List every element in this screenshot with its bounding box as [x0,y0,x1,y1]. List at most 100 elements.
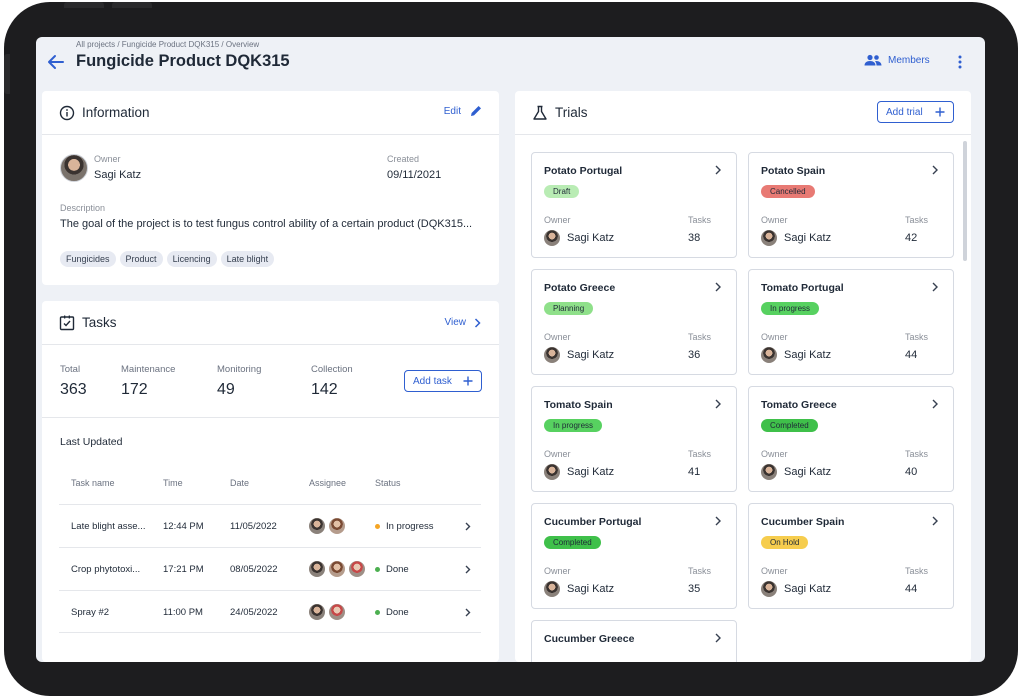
owner-avatar [544,464,560,480]
trial-name: Tomato Spain [544,399,613,411]
trial-owner: Sagi Katz [761,347,831,363]
trial-card[interactable]: Potato Spain Cancelled Owner Tasks Sagi Katz… [748,152,954,258]
assignee-avatar [329,561,345,577]
trial-card[interactable]: Potato Portugal Draft Owner Tasks Sagi Katz 3… [531,152,737,258]
task-date: 11/05/2022 [230,521,277,532]
trial-name: Tomato Portugal [761,282,844,294]
trial-card[interactable]: Potato Greece Planning Owner Tasks Sagi Katz… [531,269,737,375]
stat-total-label: Total [60,364,81,375]
tag-chip: Fungicides [60,251,116,267]
more-options-icon[interactable] [954,54,966,70]
add-task-button[interactable]: Add task [404,370,482,392]
owner-label: Owner [761,449,788,459]
trial-name: Cucumber Spain [761,516,845,528]
owner-avatar [761,464,777,480]
assignee-avatar [309,604,325,620]
tasks-label: Tasks [905,332,929,342]
status-badge: In progress [375,521,434,532]
stat-maintenance-value: 172 [121,381,148,398]
trial-card[interactable]: Tomato Portugal In progress Owner Tasks Sagi… [748,269,954,375]
status-dot [375,566,380,572]
status-badge: On Hold [761,536,809,549]
edit-label: Edit [443,105,461,117]
back-arrow-icon[interactable] [46,52,66,72]
chevron-right-icon[interactable] [931,399,939,409]
task-count: 44 [905,583,918,595]
trial-name: Cucumber Greece [544,633,635,645]
information-header: Information Edit [42,91,499,135]
chevron-right-icon[interactable] [465,522,471,531]
assignee-avatar [309,518,325,534]
table-row[interactable]: Late blight asse... 12:44 PM 11/05/2022 … [59,504,481,547]
trial-card[interactable]: Tomato Spain In progress Owner Tasks Sagi Ka… [531,386,737,492]
status-dot [375,523,380,529]
table-row[interactable]: Crop phytotoxi... 17:21 PM 08/05/2022 Do… [59,547,481,590]
column-header-time[interactable]: Time [163,478,183,488]
members-label: Members [888,54,930,66]
status-badge: Completed [544,536,601,549]
column-header-status[interactable]: Status [375,478,401,488]
chevron-right-icon[interactable] [931,516,939,526]
description-text: The goal of the project is to test fungu… [60,218,473,230]
assignee-avatar [309,561,325,577]
trial-name: Tomato Greece [761,399,837,411]
owner-name: Sagi Katz [567,466,615,478]
tasks-label: Tasks [688,215,712,225]
created-label: Created [387,154,420,164]
owner-avatar [544,581,560,597]
column-header-task-name[interactable]: Task name [71,478,115,488]
owner-name: Sagi Katz [567,583,615,595]
trial-name: Cucumber Portugal [544,516,642,528]
chevron-right-icon[interactable] [465,608,471,617]
trial-card[interactable]: Cucumber Greece [531,620,737,662]
owner-label: Owner [94,154,121,164]
status-text: Done [386,607,409,618]
status-badge: Planning [544,302,594,315]
people-icon [864,54,882,66]
status-badge: In progress [544,419,603,432]
task-count: 42 [905,232,918,244]
assignee-avatar [329,604,345,620]
chevron-right-icon[interactable] [714,282,722,292]
owner-label: Owner [544,332,571,342]
add-trial-button[interactable]: Add trial [877,101,954,123]
status-dot [375,609,380,615]
chevron-right-icon[interactable] [714,399,722,409]
column-header-date[interactable]: Date [230,478,249,488]
breadcrumb[interactable]: All projects / Fungicide Product DQK315 … [76,40,259,49]
app-screen: All projects / Fungicide Product DQK315 … [36,37,985,662]
owner-name: Sagi Katz [94,169,142,181]
trial-card[interactable]: Cucumber Spain On Hold Owner Tasks Sagi Katz… [748,503,954,609]
chevron-right-icon[interactable] [714,165,722,175]
trial-card[interactable]: Tomato Greece Completed Owner Tasks Sagi Kat… [748,386,954,492]
assignee-avatar [349,561,365,577]
chevron-right-icon[interactable] [465,565,471,574]
tasks-label: Tasks [688,332,712,342]
description-label: Description [60,203,106,213]
information-title: Information [82,105,150,120]
chevron-right-icon[interactable] [714,633,722,643]
column-header-assignee[interactable]: Assignee [309,478,346,488]
scrollbar[interactable] [963,141,967,261]
trial-card[interactable]: Cucumber Portugal Completed Owner Tasks Sagi… [531,503,737,609]
chevron-right-icon[interactable] [931,282,939,292]
task-count: 38 [688,232,701,244]
edit-button[interactable]: Edit [444,104,483,118]
status-badge: Done [375,607,409,618]
trials-card: Trials Add trial Potato Portugal Draft Own… [515,91,971,662]
view-tasks-button[interactable]: View [445,317,482,328]
owner-label: Owner [761,332,788,342]
owner-avatar [761,230,777,246]
tag-chip: Product [119,251,163,267]
chevron-right-icon[interactable] [931,165,939,175]
device-button [4,54,10,94]
owner-avatar [60,154,88,182]
members-button[interactable]: Members [864,54,930,66]
owner-name: Sagi Katz [784,583,832,595]
checkbox-icon [59,315,75,331]
table-row[interactable]: Spray #2 11:00 PM 24/05/2022 Done [59,590,481,633]
tag-chip: Licencing [166,251,217,267]
chevron-right-icon[interactable] [714,516,722,526]
trial-name: Potato Portugal [544,165,623,177]
page-header: All projects / Fungicide Product DQK315 … [36,37,985,89]
